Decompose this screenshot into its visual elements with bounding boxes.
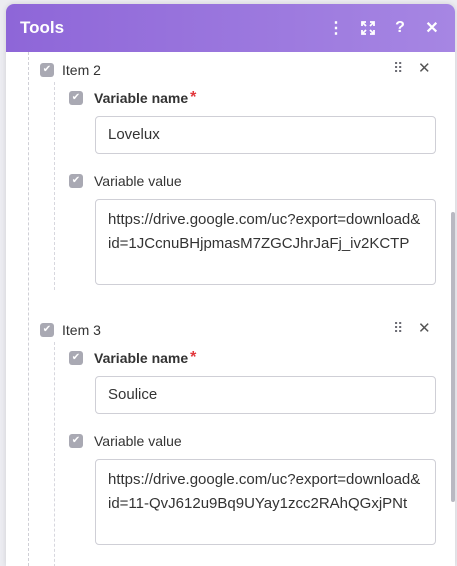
item-header[interactable]: ✔ Item 2 bbox=[40, 60, 101, 80]
drag-handle-icon[interactable]: ⠿ bbox=[393, 60, 403, 77]
item-guide-line bbox=[54, 82, 55, 290]
expand-icon[interactable] bbox=[355, 15, 381, 41]
variable-name-label: Variable name bbox=[94, 350, 189, 366]
kebab-menu-icon[interactable]: ⋮ bbox=[323, 15, 349, 41]
collapse-checkbox-icon[interactable]: ✔ bbox=[40, 323, 54, 337]
item-label: Item 3 bbox=[62, 322, 101, 338]
field-header[interactable]: ✔ Variable name * bbox=[69, 89, 196, 107]
drag-handle-icon[interactable]: ⠿ bbox=[393, 320, 403, 337]
field-toggle-icon[interactable]: ✔ bbox=[69, 351, 83, 365]
variable-name-input[interactable]: Lovelux bbox=[95, 116, 436, 154]
tools-panel: Tools ⋮ ? ✕ ✔ Item 2 ⠿ ✕ ✔ Variable name… bbox=[6, 4, 455, 566]
panel-header: Tools ⋮ ? ✕ bbox=[6, 4, 455, 52]
field-toggle-icon[interactable]: ✔ bbox=[69, 174, 83, 188]
item-label: Item 2 bbox=[62, 62, 101, 78]
help-icon[interactable]: ? bbox=[387, 15, 413, 41]
required-mark: * bbox=[190, 349, 197, 366]
variable-value-label: Variable value bbox=[94, 173, 182, 189]
scrollbar[interactable] bbox=[451, 212, 455, 502]
item-header[interactable]: ✔ Item 3 bbox=[40, 320, 101, 340]
close-icon[interactable]: ✕ bbox=[419, 15, 445, 41]
field-header[interactable]: ✔ Variable name * bbox=[69, 349, 196, 367]
field-toggle-icon[interactable]: ✔ bbox=[69, 434, 83, 448]
panel-content[interactable]: ✔ Item 2 ⠿ ✕ ✔ Variable name * Lovelux ✔ … bbox=[6, 52, 455, 566]
field-header[interactable]: ✔ Variable value bbox=[69, 432, 182, 450]
remove-item-icon[interactable]: ✕ bbox=[418, 319, 431, 337]
field-toggle-icon[interactable]: ✔ bbox=[69, 91, 83, 105]
panel-title: Tools bbox=[20, 18, 65, 37]
collapse-checkbox-icon[interactable]: ✔ bbox=[40, 63, 54, 77]
variable-name-label: Variable name bbox=[94, 90, 189, 106]
tree-guide-line bbox=[28, 52, 29, 566]
item-guide-line bbox=[54, 342, 55, 566]
header-actions: ⋮ ? ✕ bbox=[323, 15, 445, 41]
required-mark: * bbox=[190, 89, 197, 106]
variable-value-input[interactable]: https://drive.google.com/uc?export=downl… bbox=[95, 199, 436, 285]
variable-value-label: Variable value bbox=[94, 433, 182, 449]
remove-item-icon[interactable]: ✕ bbox=[418, 59, 431, 77]
field-header[interactable]: ✔ Variable value bbox=[69, 172, 182, 190]
variable-name-input[interactable]: Soulice bbox=[95, 376, 436, 414]
variable-value-input[interactable]: https://drive.google.com/uc?export=downl… bbox=[95, 459, 436, 545]
